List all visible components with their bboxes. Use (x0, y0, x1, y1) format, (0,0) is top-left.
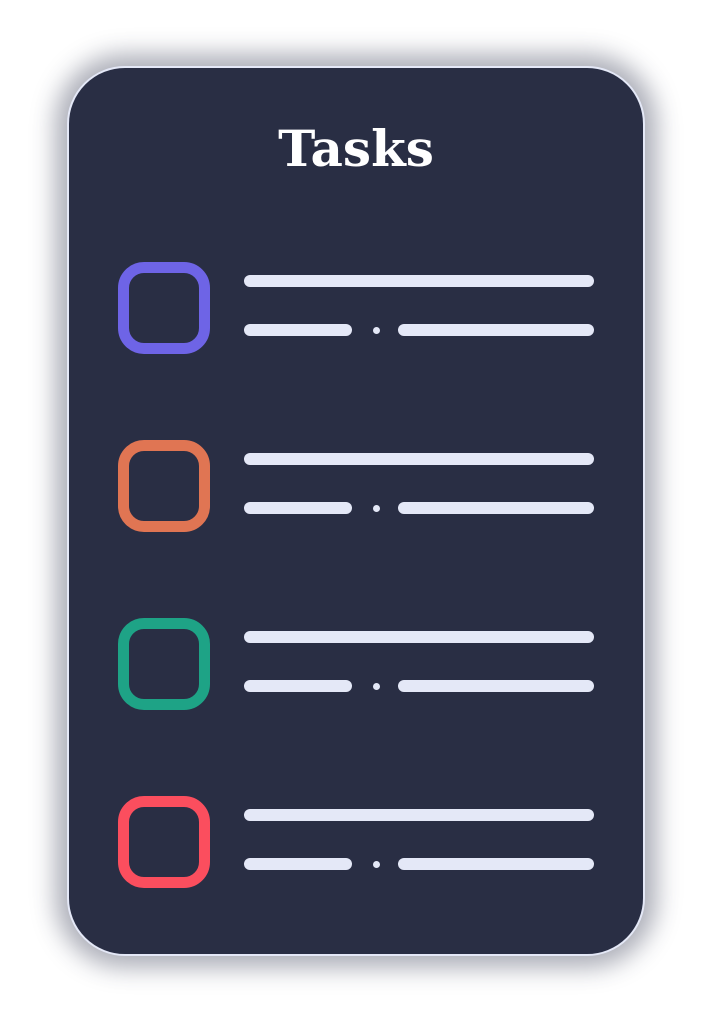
task-checkbox[interactable] (118, 796, 210, 888)
task-title-placeholder (244, 275, 594, 287)
task-item[interactable] (118, 796, 596, 888)
separator-dot (373, 505, 380, 512)
task-item[interactable] (118, 440, 596, 532)
task-item[interactable] (118, 618, 596, 710)
task-title-placeholder (244, 453, 594, 465)
task-meta-placeholder (398, 680, 594, 692)
separator-dot (373, 327, 380, 334)
task-meta-placeholder (244, 502, 352, 514)
task-checkbox[interactable] (118, 618, 210, 710)
task-meta-placeholder (398, 858, 594, 870)
separator-dot (373, 861, 380, 868)
task-meta-placeholder (244, 324, 352, 336)
separator-dot (373, 683, 380, 690)
task-meta-placeholder (244, 858, 352, 870)
task-meta-placeholder (398, 502, 594, 514)
task-meta-placeholder (398, 324, 594, 336)
task-item[interactable] (118, 262, 596, 354)
task-title-placeholder (244, 631, 594, 643)
task-checkbox[interactable] (118, 262, 210, 354)
task-meta-placeholder (244, 680, 352, 692)
page-title: Tasks (278, 119, 434, 178)
task-checkbox[interactable] (118, 440, 210, 532)
task-title-placeholder (244, 809, 594, 821)
